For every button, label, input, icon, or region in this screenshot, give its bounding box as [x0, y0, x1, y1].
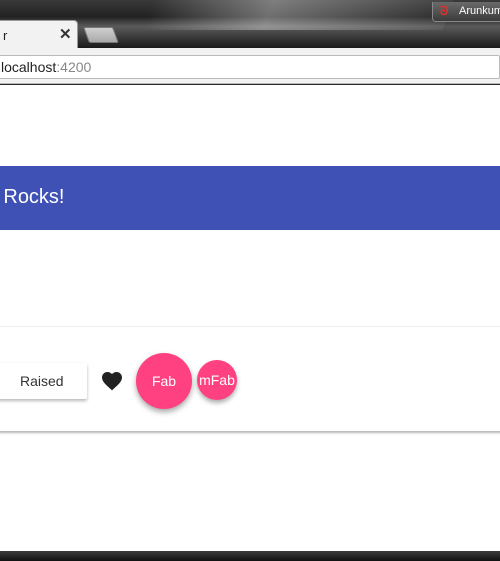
address-bar[interactable]: localhost:4200 — [0, 55, 500, 79]
raised-button[interactable]: Raised — [0, 363, 87, 399]
app-toolbar: esign Rocks! — [0, 166, 500, 230]
title-bar-background — [142, 0, 458, 30]
mini-fab-button[interactable]: mFab — [197, 360, 237, 400]
profile-name: Arunkumar — [459, 5, 500, 17]
browser-toolbar: localhost:4200 — [0, 48, 500, 84]
address-host: localhost — [1, 59, 57, 75]
tab-title: r — [3, 28, 8, 43]
address-port: :4200 — [56, 59, 92, 75]
browser-tab[interactable]: r ✕ — [0, 20, 78, 48]
new-tab-button[interactable] — [83, 27, 119, 43]
profile-button[interactable]: ᘐ Arunkumar — [432, 2, 500, 22]
browser-title-bar: r ✕ ᘐ Arunkumar — [0, 0, 500, 48]
avatar-icon: ᘐ — [440, 4, 449, 18]
close-icon[interactable]: ✕ — [59, 25, 72, 43]
window-bottom-edge — [0, 551, 500, 561]
divider — [0, 326, 500, 327]
page-title: esign Rocks! — [0, 186, 65, 208]
browser-window: r ✕ ᘐ Arunkumar localhost:4200 esign Roc… — [0, 0, 500, 561]
page-viewport: esign Rocks! Raised Fab mFab — [0, 85, 500, 551]
favorite-heart-icon[interactable] — [100, 369, 124, 393]
fab-button[interactable]: Fab — [136, 353, 192, 409]
